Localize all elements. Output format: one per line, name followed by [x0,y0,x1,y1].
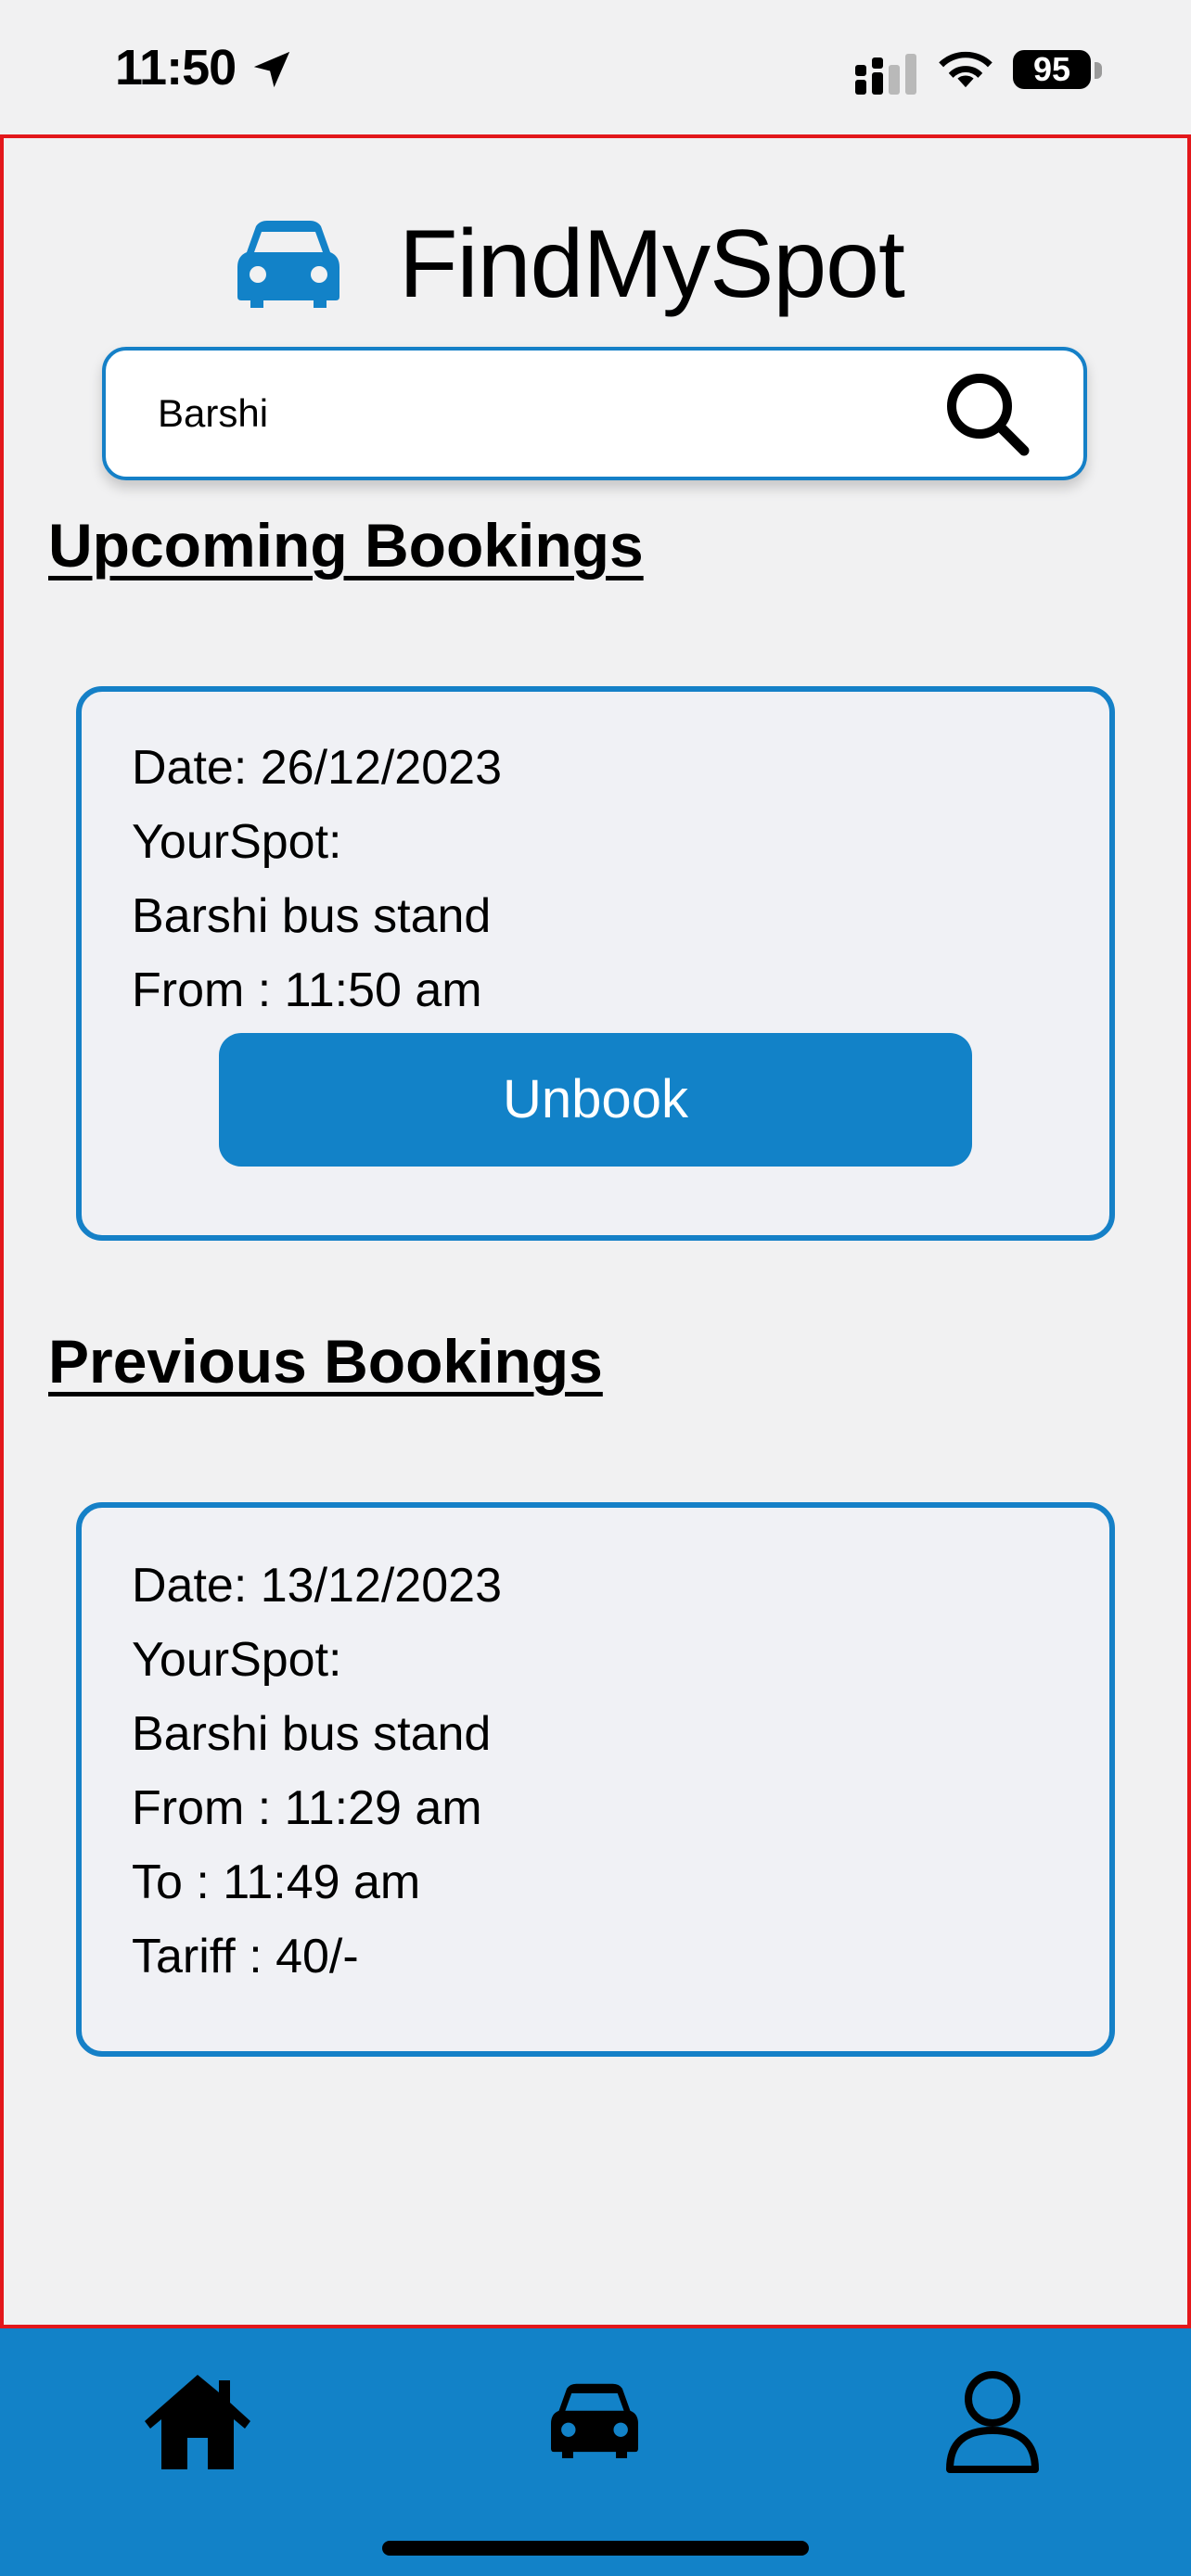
booking-from: From : 11:29 am [132,1781,482,1835]
search-input[interactable]: Barshi [102,347,1087,480]
status-bar: 11:50 95 [0,0,1191,134]
booking-tariff: Tariff : 40/- [132,1930,359,1983]
booking-date: Date: 26/12/2023 [132,741,502,795]
booking-date: Date: 13/12/2023 [132,1559,502,1613]
home-icon[interactable] [141,2371,254,2473]
search-input-value[interactable]: Barshi [158,391,268,436]
booking-to: To : 11:49 am [132,1855,421,1909]
bottom-nav [0,2328,1191,2576]
home-indicator [382,2541,809,2556]
booking-spot-name: Barshi bus stand [132,1707,492,1761]
location-arrow-icon [253,51,290,88]
previous-booking-card: Date: 13/12/2023 YourSpot: Barshi bus st… [76,1502,1115,2057]
car-icon[interactable] [549,2382,640,2458]
status-time: 11:50 [115,40,237,96]
booking-spot-name: Barshi bus stand [132,889,492,943]
booking-spot-label: YourSpot: [132,815,342,869]
booking-from: From : 11:50 am [132,963,482,1017]
search-icon[interactable] [942,369,1031,458]
wifi-icon [939,51,992,88]
profile-icon[interactable] [944,2369,1041,2475]
battery-icon: 95 [1013,50,1091,89]
battery-tip [1095,62,1102,79]
app-title: FindMySpot [399,210,905,318]
car-icon [237,221,339,308]
signal-icon [855,54,916,95]
upcoming-bookings-title: Upcoming Bookings [48,511,644,580]
unbook-button[interactable]: Unbook [219,1033,972,1167]
booking-spot-label: YourSpot: [132,1633,342,1687]
previous-bookings-title: Previous Bookings [48,1327,603,1396]
